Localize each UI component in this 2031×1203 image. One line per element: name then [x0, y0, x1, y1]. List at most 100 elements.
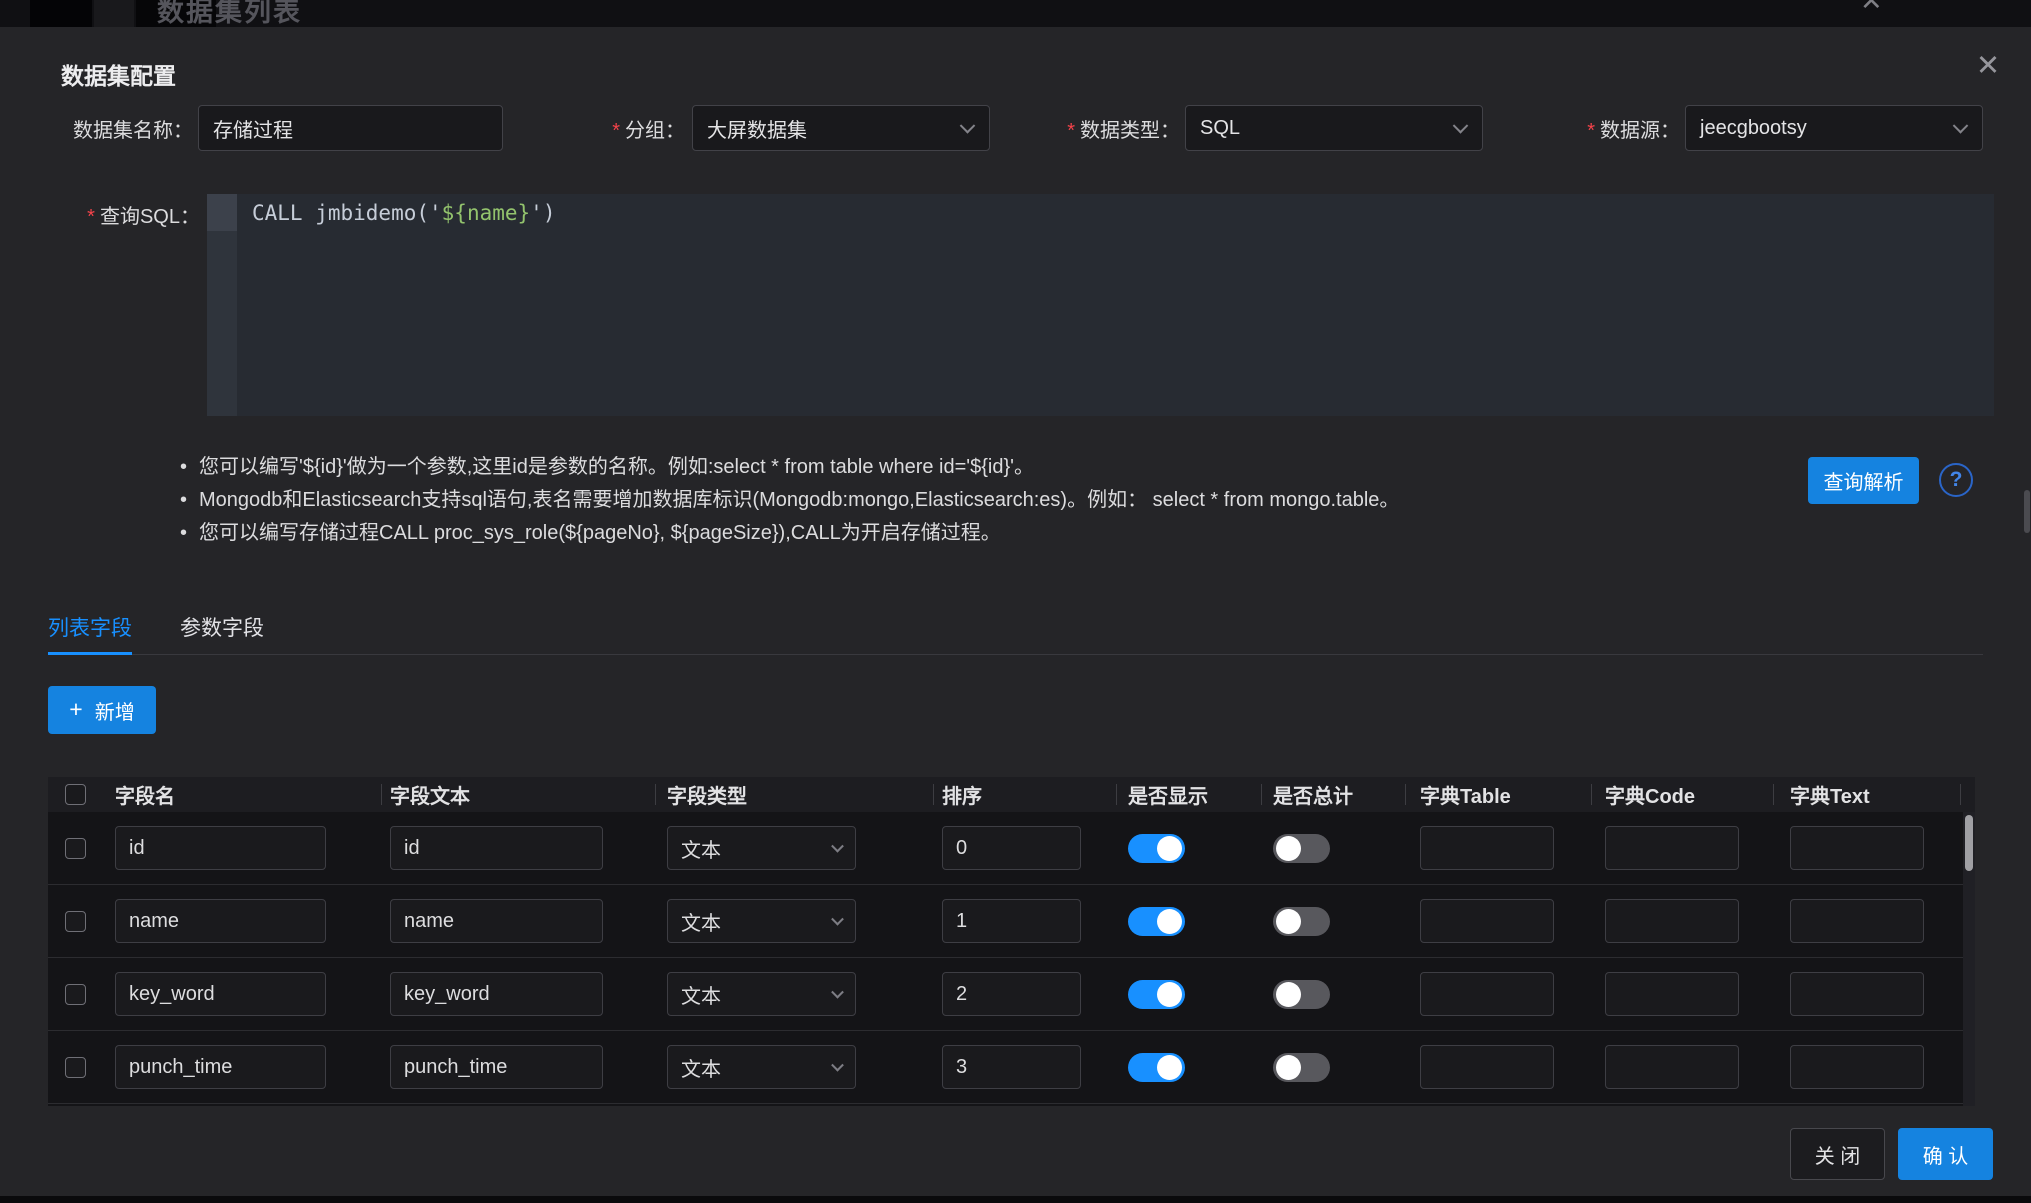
- field-text-input[interactable]: [390, 826, 603, 870]
- required-asterisk: *: [1587, 120, 1595, 143]
- column-header: 字段类型: [667, 777, 747, 812]
- field-type-select[interactable]: 文本: [667, 1045, 856, 1089]
- table-row: 文本: [48, 1031, 1975, 1104]
- toggle-knob: [1276, 982, 1301, 1007]
- header-separator: [1261, 784, 1262, 805]
- dict-code-input[interactable]: [1605, 899, 1739, 943]
- data-source-select[interactable]: jeecgbootsy: [1685, 105, 1983, 151]
- field-type-select[interactable]: 文本: [667, 826, 856, 870]
- column-header: 字典Text: [1790, 777, 1870, 812]
- toggle-knob: [1157, 836, 1182, 861]
- sort-order-input[interactable]: [942, 899, 1081, 943]
- modal-scrollbar-thumb[interactable]: [2024, 490, 2030, 533]
- dict-text-input[interactable]: [1790, 972, 1924, 1016]
- toggle-knob: [1276, 836, 1301, 861]
- background-close-icon[interactable]: ✕: [1860, 0, 1883, 17]
- header-separator: [1960, 784, 1961, 805]
- field-text-input[interactable]: [390, 972, 603, 1016]
- chevron-down-icon: [960, 118, 976, 134]
- tab-list-fields[interactable]: 列表字段: [48, 612, 132, 642]
- table-header-row: 字段名字段文本字段类型排序是否显示是否总计字典Table字典Code字典Text: [48, 777, 1975, 812]
- total-toggle[interactable]: [1273, 980, 1330, 1009]
- dict-table-input[interactable]: [1420, 826, 1554, 870]
- field-type-select-value: 文本: [681, 834, 721, 863]
- sql-code-param: ${name}: [442, 201, 531, 225]
- sql-code-post: '): [530, 201, 555, 225]
- sql-code-pre: CALL jmbidemo(': [252, 201, 442, 225]
- total-toggle[interactable]: [1273, 907, 1330, 936]
- sort-order-input[interactable]: [942, 1045, 1081, 1089]
- table-row: 文本: [48, 885, 1975, 958]
- header-separator: [1116, 784, 1117, 805]
- table-row: 文本: [48, 958, 1975, 1031]
- total-toggle[interactable]: [1273, 834, 1330, 863]
- show-toggle[interactable]: [1128, 907, 1185, 936]
- show-toggle[interactable]: [1128, 834, 1185, 863]
- toggle-knob: [1157, 909, 1182, 934]
- row-checkbox[interactable]: [65, 984, 86, 1005]
- dataset-name-input[interactable]: [198, 105, 503, 151]
- table-scrollbar-thumb[interactable]: [1965, 815, 1973, 871]
- sql-hints-list: 您可以编写'${id}'做为一个参数,这里id是参数的名称。例如:select …: [180, 451, 1399, 550]
- sql-label-text: 查询SQL：: [100, 200, 200, 229]
- dataset-name-label-text: 数据集名称：: [73, 114, 193, 143]
- data-source-label-text: 数据源：: [1600, 114, 1680, 143]
- tab-param-fields[interactable]: 参数字段: [180, 612, 264, 642]
- header-separator: [1773, 784, 1774, 805]
- dict-table-input[interactable]: [1420, 899, 1554, 943]
- table-body: 文本文本文本文本: [48, 812, 1975, 1106]
- dict-code-input[interactable]: [1605, 972, 1739, 1016]
- chevron-down-icon: [831, 986, 844, 999]
- editor-gutter-active-line: [207, 194, 237, 231]
- header-separator: [1405, 784, 1406, 805]
- dict-table-input[interactable]: [1420, 1045, 1554, 1089]
- field-type-select[interactable]: 文本: [667, 899, 856, 943]
- dict-code-input[interactable]: [1605, 826, 1739, 870]
- chevron-down-icon: [831, 1059, 844, 1072]
- data-type-select[interactable]: SQL: [1185, 105, 1483, 151]
- field-type-select-value: 文本: [681, 980, 721, 1009]
- row-checkbox[interactable]: [65, 838, 86, 859]
- field-name-input[interactable]: [115, 899, 326, 943]
- dict-text-input[interactable]: [1790, 826, 1924, 870]
- select-all-checkbox[interactable]: [65, 784, 86, 805]
- query-parse-button[interactable]: 查询解析: [1808, 457, 1919, 504]
- sort-order-input[interactable]: [942, 826, 1081, 870]
- total-toggle[interactable]: [1273, 1053, 1330, 1082]
- field-text-input[interactable]: [390, 1045, 603, 1089]
- sql-code-editor[interactable]: CALL jmbidemo('${name}'): [207, 194, 1994, 416]
- show-toggle[interactable]: [1128, 1053, 1185, 1082]
- required-asterisk: *: [87, 206, 95, 229]
- row-checkbox[interactable]: [65, 1057, 86, 1078]
- show-toggle[interactable]: [1128, 980, 1185, 1009]
- dataset-config-modal: 数据集配置 ✕ 数据集名称： * 分组： 大屏数据集 * 数据类型： SQL *…: [0, 27, 2031, 1196]
- chevron-down-icon: [1453, 118, 1469, 134]
- dict-text-input[interactable]: [1790, 899, 1924, 943]
- group-select-value: 大屏数据集: [707, 114, 807, 143]
- data-type-select-value: SQL: [1200, 117, 1240, 140]
- sort-order-input[interactable]: [942, 972, 1081, 1016]
- field-type-select-value: 文本: [681, 1053, 721, 1082]
- group-label-text: 分组：: [625, 114, 685, 143]
- add-row-button[interactable]: + 新增: [48, 686, 156, 734]
- column-header: 字段文本: [390, 777, 470, 812]
- confirm-button[interactable]: 确 认: [1898, 1128, 1993, 1180]
- close-icon[interactable]: ✕: [1968, 45, 2008, 85]
- hint-item: Mongodb和Elasticsearch支持sql语句,表名需要增加数据库标识…: [180, 484, 1399, 517]
- field-type-select[interactable]: 文本: [667, 972, 856, 1016]
- field-name-input[interactable]: [115, 972, 326, 1016]
- data-type-label: * 数据类型：: [1015, 105, 1180, 151]
- field-name-input[interactable]: [115, 826, 326, 870]
- help-circle-icon[interactable]: ?: [1939, 463, 1973, 497]
- header-separator: [933, 784, 934, 805]
- chevron-down-icon: [831, 913, 844, 926]
- field-text-input[interactable]: [390, 899, 603, 943]
- dict-text-input[interactable]: [1790, 1045, 1924, 1089]
- group-select[interactable]: 大屏数据集: [692, 105, 990, 151]
- field-name-input[interactable]: [115, 1045, 326, 1089]
- dict-table-input[interactable]: [1420, 972, 1554, 1016]
- column-header: 字典Table: [1420, 777, 1511, 812]
- row-checkbox[interactable]: [65, 911, 86, 932]
- close-button[interactable]: 关 闭: [1790, 1128, 1885, 1180]
- dict-code-input[interactable]: [1605, 1045, 1739, 1089]
